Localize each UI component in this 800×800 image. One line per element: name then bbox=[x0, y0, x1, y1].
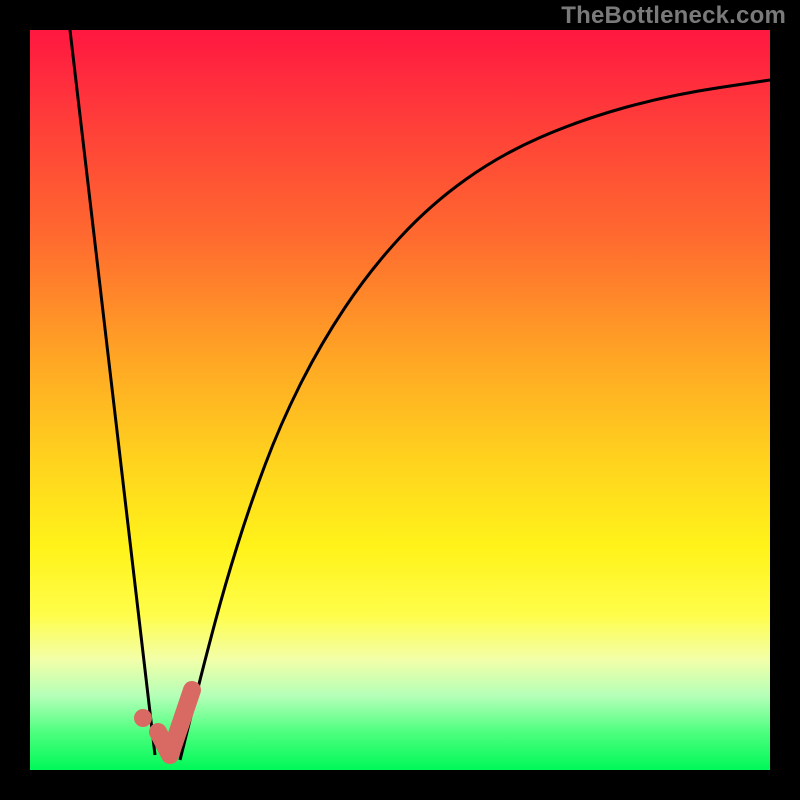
series-right-curve bbox=[180, 80, 770, 760]
curve-layer bbox=[30, 30, 770, 770]
plot-area bbox=[30, 30, 770, 770]
chart-frame: TheBottleneck.com bbox=[0, 0, 800, 800]
series-left-descent bbox=[70, 30, 155, 755]
series-checkmark-accent bbox=[158, 690, 192, 755]
series-layer bbox=[70, 30, 770, 760]
series-accent-dot bbox=[134, 709, 152, 727]
watermark-text: TheBottleneck.com bbox=[561, 2, 786, 30]
